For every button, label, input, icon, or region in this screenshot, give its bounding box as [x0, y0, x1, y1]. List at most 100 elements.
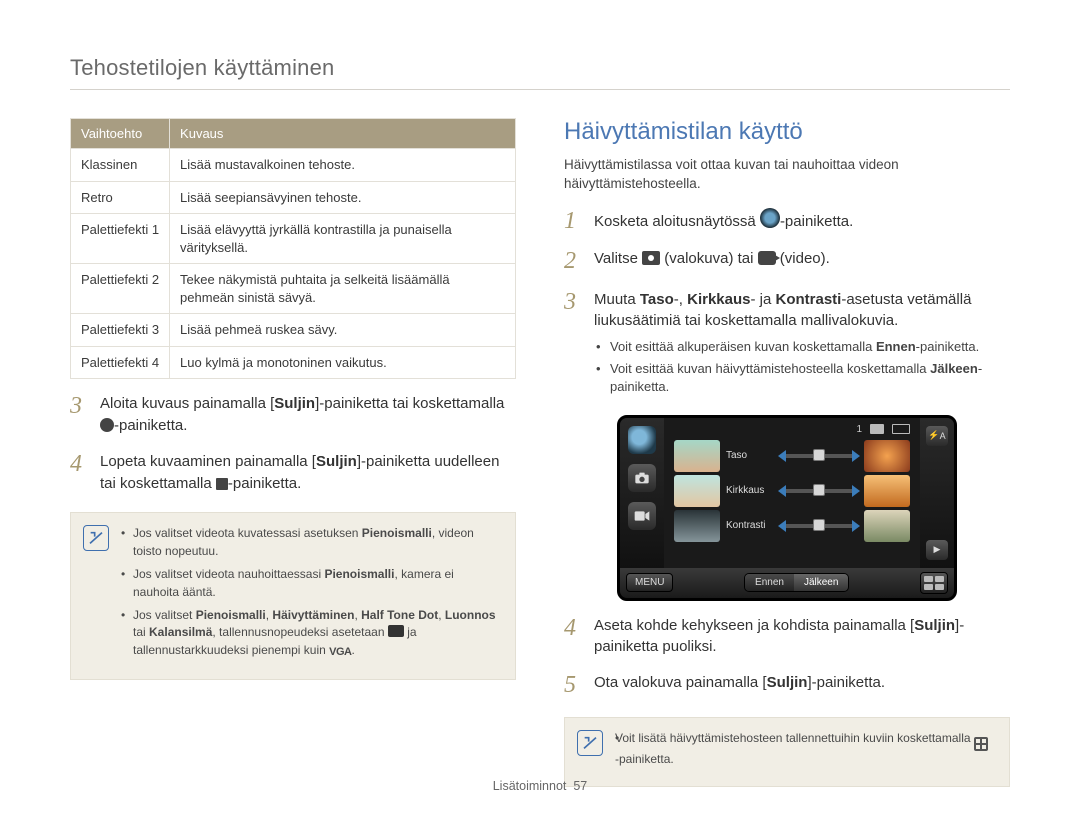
- text: ]-painiketta.: [807, 674, 885, 691]
- text: (valokuva) tai: [660, 250, 758, 267]
- text: ]-painiketta tai koskettamalla: [315, 395, 504, 412]
- text: -painiketta.: [615, 752, 674, 766]
- video-icon[interactable]: [628, 502, 656, 530]
- note-item: Jos valitset videota nauhoittaessasi Pie…: [121, 566, 501, 601]
- right-step-1: 1 Kosketa aloitusnäytössä -painiketta.: [564, 208, 1010, 234]
- shot-count: 1: [856, 424, 862, 435]
- vignette-mode-icon: [760, 208, 780, 228]
- text: - ja: [750, 291, 775, 308]
- text-bold: Häivyttäminen: [272, 608, 354, 622]
- text-bold: Pienoismalli: [324, 567, 394, 581]
- slider-track[interactable]: [780, 489, 858, 493]
- text: Valitse: [594, 250, 642, 267]
- text: Jos valitset videota kuvatessasi asetuks…: [133, 526, 362, 540]
- text: tai: [133, 625, 149, 639]
- slider-taso[interactable]: Taso: [674, 440, 910, 472]
- step-number: 4: [564, 615, 584, 659]
- table-row: KlassinenLisää mustavalkoinen tehoste.: [71, 149, 516, 182]
- note-item: Jos valitset videota kuvatessasi asetuks…: [121, 525, 501, 560]
- sample-before-thumb[interactable]: [674, 510, 720, 542]
- table-row: Palettiefekti 3Lisää pehmeä ruskea sävy.: [71, 314, 516, 347]
- section-intro: Häivyttämistilassa voit ottaa kuvan tai …: [564, 156, 1010, 194]
- before-after-tabs[interactable]: Ennen Jälkeen: [744, 573, 849, 592]
- cell-opt: Retro: [71, 181, 170, 214]
- thumbnail-grid-button[interactable]: [920, 572, 948, 594]
- table-row: RetroLisää seepiansävyinen tehoste.: [71, 181, 516, 214]
- text: .: [351, 643, 354, 657]
- cell-desc: Lisää pehmeä ruskea sävy.: [170, 314, 516, 347]
- step-number: 3: [70, 393, 90, 437]
- cell-desc: Lisää elävyyttä jyrkällä kontrastilla ja…: [170, 214, 516, 264]
- text: (video).: [776, 250, 830, 267]
- camera-icon: [642, 251, 660, 265]
- tab-after[interactable]: Jälkeen: [794, 574, 848, 591]
- text: Jos valitset: [133, 608, 196, 622]
- cell-desc: Lisää mustavalkoinen tehoste.: [170, 149, 516, 182]
- sample-after-thumb[interactable]: [864, 475, 910, 507]
- step-body: Valitse (valokuva) tai (video).: [594, 248, 1010, 274]
- text-bold: Half Tone Dot: [361, 608, 438, 622]
- flash-label: A: [940, 431, 946, 441]
- menu-button[interactable]: MENU: [626, 573, 673, 592]
- flash-auto-icon[interactable]: ⚡A: [926, 426, 948, 446]
- vga-label: VGA: [329, 646, 351, 658]
- cell-desc: Luo kylmä ja monotoninen vaikutus.: [170, 346, 516, 379]
- sd-card-icon: [870, 424, 884, 434]
- text: Kosketa aloitusnäytössä: [594, 213, 760, 230]
- cell-desc: Tekee näkymistä puhtaita ja selkeitä lis…: [170, 264, 516, 314]
- vignette-mode-icon[interactable]: [628, 426, 656, 454]
- left-note-box: Jos valitset videota kuvatessasi asetuks…: [70, 512, 516, 679]
- footer-section: Lisätoiminnot: [493, 779, 567, 793]
- section-heading: Häivyttämistilan käyttö: [564, 118, 1010, 146]
- cell-opt: Palettiefekti 1: [71, 214, 170, 264]
- text-bold: Taso: [640, 291, 674, 308]
- text-bold: Suljin: [316, 453, 357, 470]
- sample-after-thumb[interactable]: [864, 440, 910, 472]
- tab-before[interactable]: Ennen: [745, 574, 794, 591]
- page-footer: Lisätoiminnot 57: [0, 779, 1080, 793]
- sub-bullet: Voit esittää kuvan häivyttämistehosteell…: [596, 360, 1010, 396]
- right-step-2: 2 Valitse (valokuva) tai (video).: [564, 248, 1010, 274]
- text: Voit esittää kuvan häivyttämistehosteell…: [610, 361, 930, 376]
- sample-before-thumb[interactable]: [674, 475, 720, 507]
- cell-opt: Palettiefekti 4: [71, 346, 170, 379]
- slider-track[interactable]: [780, 524, 858, 528]
- record-circle-icon: [100, 418, 114, 432]
- text: Voit esittää alkuperäisen kuvan kosketta…: [610, 339, 876, 354]
- text: Aloita kuvaus painamalla [: [100, 395, 274, 412]
- note-icon: [577, 730, 603, 756]
- page-title: Tehostetilojen käyttäminen: [70, 55, 1010, 81]
- slider-track[interactable]: [780, 454, 858, 458]
- sample-before-thumb[interactable]: [674, 440, 720, 472]
- right-step-4: 4 Aseta kohde kehykseen ja kohdista pain…: [564, 615, 1010, 659]
- table-row: Palettiefekti 1Lisää elävyyttä jyrkällä …: [71, 214, 516, 264]
- slider-knob[interactable]: [813, 519, 825, 531]
- step-body: Lopeta kuvaaminen painamalla [Suljin]-pa…: [100, 451, 516, 495]
- step-number: 5: [564, 672, 584, 698]
- playback-icon[interactable]: ▶: [926, 540, 948, 560]
- table-row: Palettiefekti 4Luo kylmä ja monotoninen …: [71, 346, 516, 379]
- right-step-3: 3 Muuta Taso-, Kirkkaus- ja Kontrasti-as…: [564, 289, 1010, 401]
- slider-kirkkaus[interactable]: Kirkkaus: [674, 475, 910, 507]
- footer-page-number: 57: [573, 779, 587, 793]
- right-column: Häivyttämistilan käyttö Häivyttämistilas…: [564, 118, 1010, 787]
- step-body: Kosketa aloitusnäytössä -painiketta.: [594, 208, 1010, 234]
- sample-after-thumb[interactable]: [864, 510, 910, 542]
- slider-knob[interactable]: [813, 484, 825, 496]
- note-item: Jos valitset Pienoismalli, Häivyttäminen…: [121, 607, 501, 661]
- step-body: Aloita kuvaus painamalla [Suljin]-painik…: [100, 393, 516, 437]
- slider-kontrasti[interactable]: Kontrasti: [674, 510, 910, 542]
- text-bold: Pienoismalli: [196, 608, 266, 622]
- video-icon: [758, 251, 776, 265]
- text-bold: Suljin: [914, 617, 955, 634]
- sub-bullet: Voit esittää alkuperäisen kuvan kosketta…: [596, 338, 1010, 356]
- camera-right-panel: ⚡A ▶: [920, 418, 954, 568]
- slider-label: Taso: [726, 450, 774, 461]
- step-body: Aseta kohde kehykseen ja kohdista painam…: [594, 615, 1010, 659]
- camera-ui-illustration: 1 Taso Kirkkaus: [617, 415, 957, 601]
- cell-opt: Klassinen: [71, 149, 170, 182]
- slider-knob[interactable]: [813, 449, 825, 461]
- slider-label: Kontrasti: [726, 520, 774, 531]
- camera-icon[interactable]: [628, 464, 656, 492]
- cell-desc: Lisää seepiansävyinen tehoste.: [170, 181, 516, 214]
